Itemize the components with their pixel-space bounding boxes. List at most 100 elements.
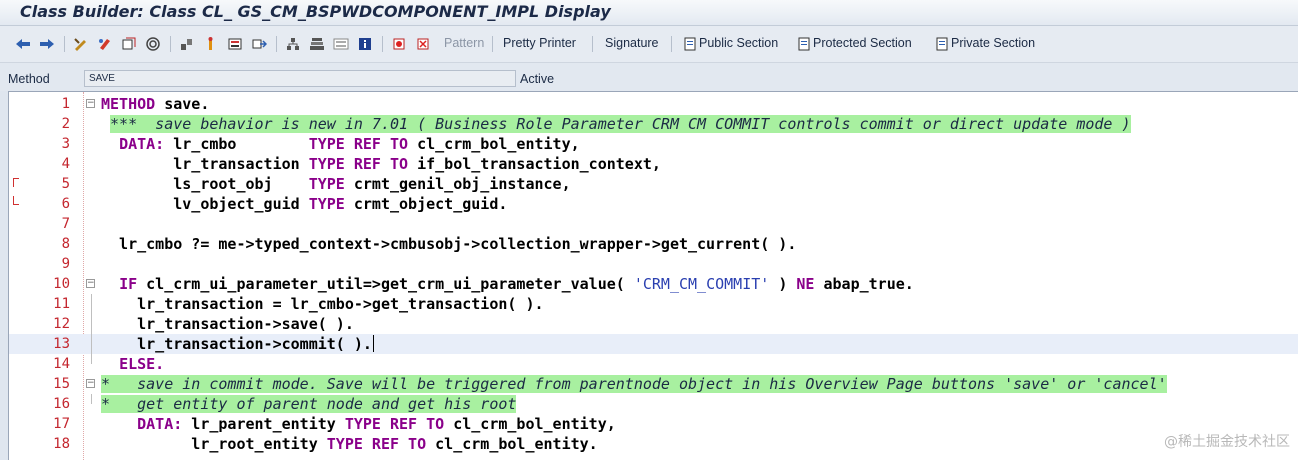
test-icon[interactable]: [178, 34, 196, 54]
code-text: lr_root_entity TYPE REF TO cl_crm_bol_en…: [101, 435, 598, 453]
code-comment: *** save behavior is new in 7.01 ( Busin…: [110, 115, 1131, 133]
code-text: lr_transaction = lr_cmbo->get_transactio…: [101, 295, 544, 313]
pretty-printer-button[interactable]: Pretty Printer: [503, 36, 576, 50]
fold-guide: [91, 314, 92, 334]
toolbar-separator: [671, 36, 672, 52]
code-text: lr_cmbo ?= me->typed_context->cmbusobj->…: [101, 235, 797, 253]
line-number: 2: [61, 116, 70, 132]
line-number: 11: [53, 296, 70, 312]
code-line[interactable]: 10 − IF cl_crm_ui_parameter_util=>get_cr…: [9, 274, 1298, 294]
delete-breakpoint-icon[interactable]: [414, 34, 432, 54]
code-text: ELSE.: [119, 355, 165, 373]
navigate-icon[interactable]: [250, 34, 268, 54]
code-line[interactable]: 9: [9, 254, 1298, 274]
code-text: lr_transaction->save( ).: [101, 315, 354, 333]
fold-guide: [91, 334, 92, 354]
code-line[interactable]: 12 lr_transaction->save( ).: [9, 314, 1298, 334]
code-text: DATA: lr_parent_entity TYPE REF TO cl_cr…: [137, 415, 616, 433]
private-section-button[interactable]: Private Section: [951, 36, 1035, 50]
toggle-edit-icon[interactable]: [72, 34, 90, 54]
code-line[interactable]: 14 ELSE.: [9, 354, 1298, 374]
code-line[interactable]: 15 − * save in commit mode. Save will be…: [9, 374, 1298, 394]
display-object-list-icon[interactable]: [308, 34, 326, 54]
code-line-current[interactable]: 13 lr_transaction->commit( ).: [9, 334, 1298, 354]
line-number: 7: [61, 216, 70, 232]
fold-collapse-icon[interactable]: −: [86, 279, 95, 288]
toolbar-separator: [170, 36, 171, 52]
check-icon[interactable]: [120, 34, 138, 54]
line-number: 15: [53, 376, 70, 392]
application-toolbar: Pattern Pretty Printer Signature Public …: [0, 26, 1298, 63]
line-number: 14: [53, 356, 70, 372]
code-text: ls_root_obj TYPE crmt_genil_obj_instance…: [101, 175, 571, 193]
pattern-button[interactable]: Pattern: [444, 36, 484, 50]
enhancement-icon[interactable]: [332, 34, 350, 54]
line-number: 3: [61, 136, 70, 152]
line-number: 9: [61, 256, 70, 272]
watermark: @稀土掘金技术社区: [1164, 434, 1290, 450]
code-text: lr_transaction TYPE REF TO if_bol_transa…: [101, 155, 661, 173]
code-line[interactable]: 5 ls_root_obj TYPE crmt_genil_obj_instan…: [9, 174, 1298, 194]
fold-guide: [91, 294, 92, 314]
breakpoint-icon[interactable]: [390, 34, 408, 54]
toolbar-separator: [276, 36, 277, 52]
back-arrow-icon[interactable]: [14, 34, 32, 54]
line-number: 18: [53, 436, 70, 452]
line-number: 8: [61, 236, 70, 252]
line-number: 5: [61, 176, 70, 192]
line-number: 16: [53, 396, 70, 412]
code-line[interactable]: 1 − METHOD save.: [9, 94, 1298, 114]
public-section-button[interactable]: Public Section: [699, 36, 778, 50]
toolbar-separator: [382, 36, 383, 52]
fold-collapse-icon[interactable]: −: [86, 379, 95, 388]
line-number: 17: [53, 416, 70, 432]
line-number: 10: [53, 276, 70, 292]
method-bar: Method SAVE Active: [0, 63, 1298, 91]
method-status: Active: [520, 72, 555, 86]
fold-guide: [91, 354, 92, 364]
fold-collapse-icon[interactable]: −: [86, 99, 95, 108]
object-list-icon[interactable]: [284, 34, 302, 54]
activate-icon[interactable]: [144, 34, 162, 54]
info-icon[interactable]: [356, 34, 374, 54]
signature-button[interactable]: Signature: [605, 36, 659, 50]
method-label: Method: [8, 72, 50, 86]
code-line[interactable]: 17 DATA: lr_parent_entity TYPE REF TO cl…: [9, 414, 1298, 434]
protected-section-icon: [797, 34, 811, 54]
code-comment: * save in commit mode. Save will be trig…: [101, 375, 1167, 393]
forward-arrow-icon[interactable]: [38, 34, 56, 54]
public-section-icon: [683, 34, 697, 54]
method-name-field[interactable]: SAVE: [84, 70, 516, 87]
fold-guide: [91, 394, 92, 404]
toolbar-separator: [64, 36, 65, 52]
code-line[interactable]: 18 lr_root_entity TYPE REF TO cl_crm_bol…: [9, 434, 1298, 454]
code-text: lv_object_guid TYPE crmt_object_guid.: [101, 195, 508, 213]
code-line[interactable]: 3 DATA: lr_cmbo TYPE REF TO cl_crm_bol_e…: [9, 134, 1298, 154]
code-line[interactable]: 2 *** save behavior is new in 7.01 ( Bus…: [9, 114, 1298, 134]
abap-code-editor[interactable]: 1 − METHOD save. 2 *** save behavior is …: [8, 91, 1298, 460]
protected-section-button[interactable]: Protected Section: [813, 36, 912, 50]
code-text: DATA: lr_cmbo TYPE REF TO cl_crm_bol_ent…: [119, 135, 580, 153]
window-title: Class Builder: Class CL_ GS_CM_BSPWDCOMP…: [20, 2, 611, 21]
line-number: 1: [61, 96, 70, 112]
code-line[interactable]: 11 lr_transaction = lr_cmbo->get_transac…: [9, 294, 1298, 314]
line-number: 4: [61, 156, 70, 172]
title-bar: Class Builder: Class CL_ GS_CM_BSPWDCOMP…: [0, 0, 1298, 26]
toolbar-separator: [592, 36, 593, 52]
code-line[interactable]: 4 lr_transaction TYPE REF TO if_bol_tran…: [9, 154, 1298, 174]
where-used-icon[interactable]: [202, 34, 220, 54]
text-cursor: [372, 335, 374, 352]
code-line[interactable]: 7: [9, 214, 1298, 234]
code-text: IF cl_crm_ui_parameter_util=>get_crm_ui_…: [119, 275, 914, 293]
code-line[interactable]: 8 lr_cmbo ?= me->typed_context->cmbusobj…: [9, 234, 1298, 254]
hierarchy-icon[interactable]: [226, 34, 244, 54]
private-section-icon: [935, 34, 949, 54]
code-line[interactable]: 6 lv_object_guid TYPE crmt_object_guid.: [9, 194, 1298, 214]
line-number: 13: [53, 336, 70, 352]
code-comment: * get entity of parent node and get his …: [101, 395, 517, 413]
line-number: 12: [53, 316, 70, 332]
code-line[interactable]: 16 * get entity of parent node and get h…: [9, 394, 1298, 414]
code-text: lr_transaction->commit( ).: [101, 335, 374, 353]
change-display-icon[interactable]: [96, 34, 114, 54]
line-number: 6: [61, 196, 70, 212]
